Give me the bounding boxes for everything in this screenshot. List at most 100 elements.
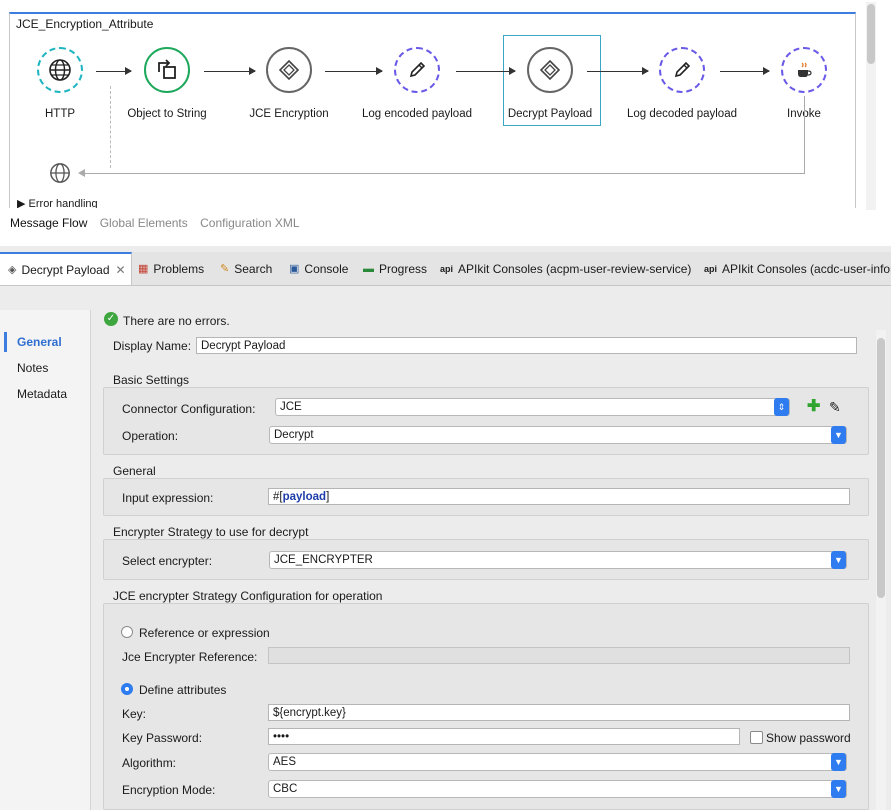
tab-label: Progress xyxy=(379,261,428,276)
display-name-field[interactable]: Decrypt Payload xyxy=(196,337,857,354)
key-field[interactable]: ${encrypt.key} xyxy=(268,704,850,721)
flow-arrow xyxy=(456,67,516,75)
response-arrowhead xyxy=(78,169,85,177)
nav-notes[interactable]: Notes xyxy=(17,361,48,375)
key-password-label: Key Password: xyxy=(122,731,203,745)
tab-decrypt-payload[interactable]: ◈ Decrypt Payload ✕ xyxy=(0,252,132,285)
tab-apikit-infor[interactable]: api APIkit Consoles (acdc-user-infor xyxy=(704,252,891,285)
flow-divider xyxy=(110,86,111,168)
check-icon: ✓ xyxy=(104,312,118,326)
tab-console[interactable]: ▣ Console xyxy=(289,252,348,285)
connector-config-select[interactable]: JCE ⇕ xyxy=(275,398,790,416)
node-log-encoded[interactable]: Log encoded payload xyxy=(357,47,477,121)
jce-icon: ◈ xyxy=(8,264,17,276)
flow-title: JCE_Encryption_Attribute xyxy=(16,17,154,31)
close-icon[interactable]: ✕ xyxy=(116,263,126,277)
tab-search[interactable]: ✎ Search xyxy=(220,252,272,285)
tab-apikit-review[interactable]: api APIkit Consoles (acpm-user-review-ser… xyxy=(440,252,691,285)
properties-scroll-thumb[interactable] xyxy=(877,338,885,598)
select-encrypter-value: JCE_ENCRYPTER xyxy=(274,554,373,566)
properties-nav xyxy=(0,310,91,810)
java-cup-icon xyxy=(781,47,827,93)
tab-problems[interactable]: ▦ Problems xyxy=(138,252,204,285)
encryption-mode-label: Encryption Mode: xyxy=(122,783,216,797)
section-general: General xyxy=(113,464,156,478)
jce-reference-label: Jce Encrypter Reference: xyxy=(122,650,258,664)
jce-icon xyxy=(527,47,573,93)
nav-general[interactable]: General xyxy=(17,335,62,349)
status-message: There are no errors. xyxy=(123,314,230,328)
display-name-label: Display Name: xyxy=(113,339,192,353)
node-label: Log encoded payload xyxy=(362,108,472,120)
reference-radio[interactable] xyxy=(121,626,133,638)
tab-label: APIkit Consoles (acdc-user-infor xyxy=(722,261,891,276)
globe-icon xyxy=(37,47,83,93)
tab-progress[interactable]: ▬ Progress xyxy=(363,252,427,285)
tab-label: APIkit Consoles (acpm-user-review-servic… xyxy=(458,261,692,276)
node-http[interactable]: HTTP xyxy=(0,47,120,121)
chevron-down-icon: ▼ xyxy=(831,426,846,444)
input-expression-field[interactable]: #[payload] xyxy=(268,488,850,505)
nav-metadata[interactable]: Metadata xyxy=(17,387,67,401)
globe-icon xyxy=(49,162,71,187)
flow-arrow xyxy=(587,67,649,75)
flow-arrow xyxy=(325,67,383,75)
reference-radio-label: Reference or expression xyxy=(139,626,270,640)
expr-suffix: ] xyxy=(326,491,330,503)
flow-arrow xyxy=(204,67,256,75)
jce-reference-field xyxy=(268,647,850,664)
key-label: Key: xyxy=(122,707,147,721)
transform-icon xyxy=(144,47,190,93)
key-password-field[interactable]: •••• xyxy=(268,728,740,745)
node-label: JCE Encryption xyxy=(249,108,329,120)
node-label: Decrypt Payload xyxy=(507,108,593,120)
flow-arrow xyxy=(96,67,132,75)
add-config-icon[interactable]: ✚ xyxy=(807,399,820,415)
pencil-icon xyxy=(394,47,440,93)
node-decrypt-payload[interactable]: Decrypt Payload xyxy=(490,47,610,121)
tab-message-flow[interactable]: Message Flow xyxy=(10,216,87,230)
search-icon: ✎ xyxy=(220,263,230,275)
view-tabs: Message Flow Global Elements Configurati… xyxy=(10,216,309,230)
select-encrypter-select[interactable]: JCE_ENCRYPTER ▼ xyxy=(269,551,847,569)
expr-prefix: #[ xyxy=(273,491,283,503)
connector-config-label: Connector Configuration: xyxy=(122,402,256,416)
tab-label: Decrypt Payload xyxy=(21,262,110,277)
show-password-label: Show password xyxy=(766,731,851,745)
encryption-mode-value: CBC xyxy=(273,783,298,795)
operation-select[interactable]: Decrypt ▼ xyxy=(269,426,847,444)
algorithm-select[interactable]: AES ▼ xyxy=(268,753,847,771)
canvas-scroll-thumb[interactable] xyxy=(867,4,875,64)
node-log-decoded[interactable]: Log decoded payload xyxy=(622,47,742,121)
node-jce-encryption[interactable]: JCE Encryption xyxy=(229,47,349,121)
node-object-to-string[interactable]: Object to String xyxy=(107,47,227,121)
progress-icon: ▬ xyxy=(363,262,374,275)
algorithm-value: AES xyxy=(273,756,297,768)
section-basic-settings: Basic Settings xyxy=(113,373,190,387)
expr-keyword: payload xyxy=(282,491,327,503)
view-tab-bar: ◈ Decrypt Payload ✕ ▦ Problems ✎ Search ▣ C… xyxy=(0,252,891,286)
section-encrypter-strategy: Encrypter Strategy to use for decrypt xyxy=(113,525,309,539)
response-line xyxy=(804,96,805,173)
jce-icon xyxy=(266,47,312,93)
updown-icon: ⇕ xyxy=(774,398,789,416)
console-icon: ▣ xyxy=(289,263,300,275)
node-label: Object to String xyxy=(127,108,207,120)
input-expression-label: Input expression: xyxy=(122,491,214,505)
tab-label: Problems xyxy=(153,261,205,276)
response-line xyxy=(80,173,805,174)
encryption-mode-select[interactable]: CBC ▼ xyxy=(268,780,847,798)
api-icon: api xyxy=(704,263,718,274)
tab-label: Search xyxy=(234,261,273,276)
operation-value: Decrypt xyxy=(274,429,314,441)
chevron-down-icon: ▼ xyxy=(831,753,846,771)
pencil-icon xyxy=(659,47,705,93)
define-attributes-label: Define attributes xyxy=(139,683,227,697)
chevron-down-icon: ▼ xyxy=(831,551,846,569)
edit-config-icon[interactable]: ✎ xyxy=(829,399,841,415)
show-password-checkbox[interactable] xyxy=(750,731,763,744)
tab-configuration-xml[interactable]: Configuration XML xyxy=(200,216,299,230)
tab-global-elements[interactable]: Global Elements xyxy=(100,216,188,230)
define-attributes-radio[interactable] xyxy=(121,683,133,695)
algorithm-label: Algorithm: xyxy=(122,756,177,770)
